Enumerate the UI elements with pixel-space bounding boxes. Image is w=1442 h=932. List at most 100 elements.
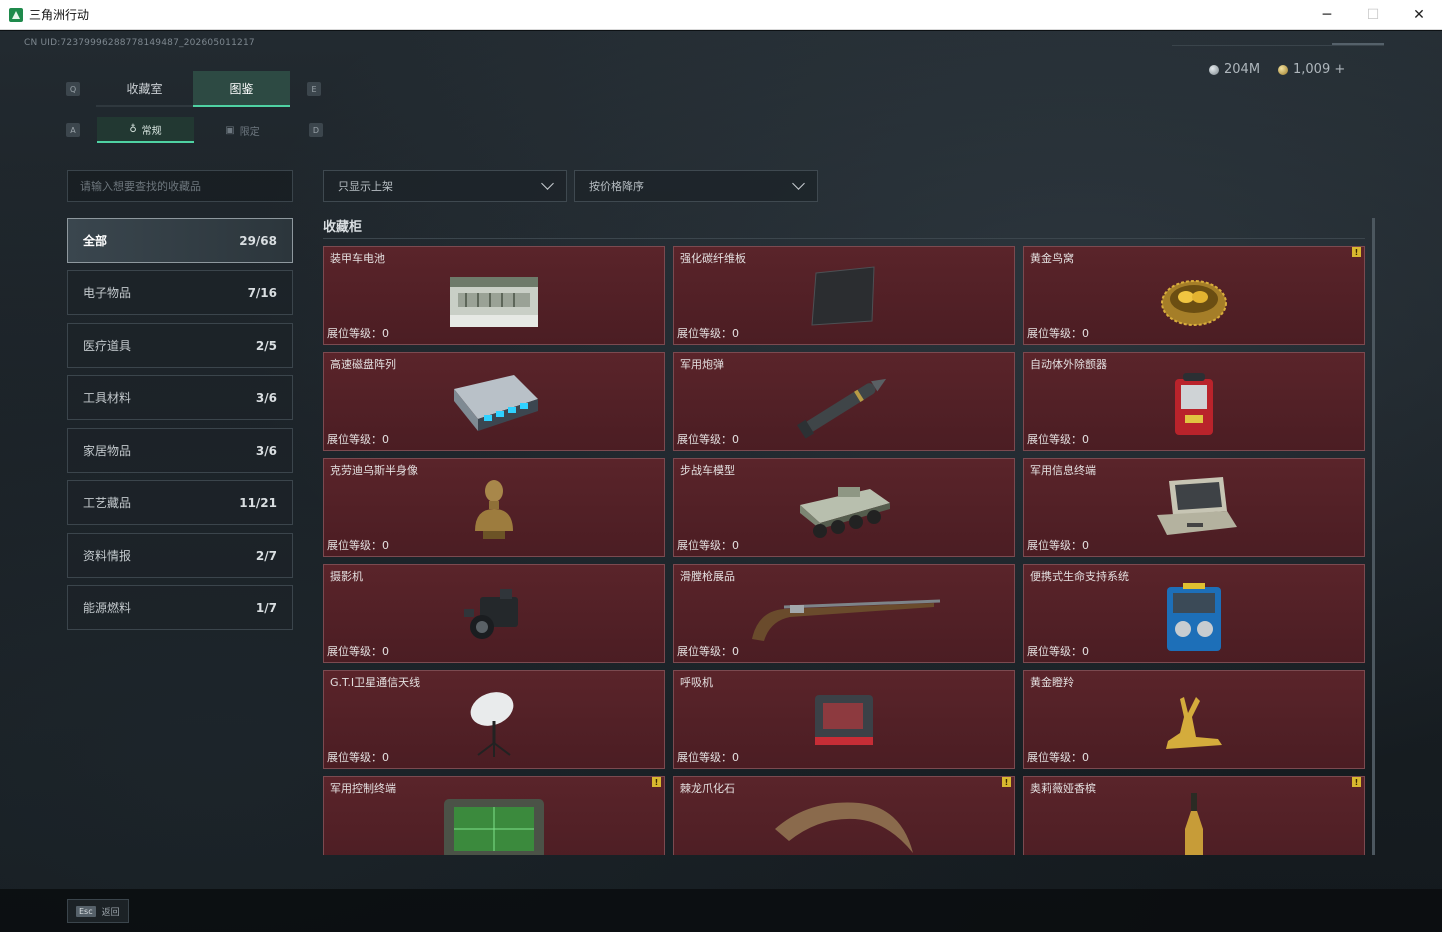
category-tools[interactable]: 工具材料 3/6 xyxy=(67,375,293,420)
category-intel[interactable]: 资料情报 2/7 xyxy=(67,533,293,578)
tab-collection-room[interactable]: 收藏室 xyxy=(96,71,193,107)
item-display-level: 展位等级：0 xyxy=(1027,643,1089,659)
category-crafts[interactable]: 工艺藏品 11/21 xyxy=(67,480,293,525)
item-name: 军用炮弹 xyxy=(680,358,724,371)
new-badge-icon: ! xyxy=(652,777,661,787)
category-fuel[interactable]: 能源燃料 1/7 xyxy=(67,585,293,630)
display-level-value: 0 xyxy=(732,645,739,658)
collection-item-card[interactable]: 滑膛枪展品 展位等级：0 xyxy=(673,564,1015,663)
collection-item-card[interactable]: 强化碳纤维板 展位等级：0 xyxy=(673,246,1015,345)
sort-value: 按价格降序 xyxy=(589,180,644,193)
item-name: 奥莉薇娅香槟 xyxy=(1030,782,1096,795)
header-divider xyxy=(1172,45,1384,46)
display-level-label: 展位等级： xyxy=(677,645,732,658)
category-count: 7/16 xyxy=(247,285,277,300)
item-display-level: 展位等级：0 xyxy=(1027,749,1089,765)
subtab-regular-label: 常规 xyxy=(141,125,162,137)
collection-item-card[interactable]: 黄金瞪羚 展位等级：0 xyxy=(1023,670,1365,769)
disk-array-icon xyxy=(444,369,544,443)
key-hint-e: E xyxy=(307,82,321,96)
chevron-down-icon xyxy=(541,177,554,190)
category-electronics[interactable]: 电子物品 7/16 xyxy=(67,270,293,315)
collection-item-card[interactable]: 克劳迪乌斯半身像 展位等级：0 xyxy=(323,458,665,557)
life-support-icon xyxy=(1159,581,1229,661)
key-hint-a: A xyxy=(66,123,80,137)
new-badge-icon: ! xyxy=(1352,247,1361,257)
category-count: 11/21 xyxy=(239,495,277,510)
control-terminal-icon xyxy=(438,793,550,855)
minimize-button[interactable]: ─ xyxy=(1304,0,1350,30)
grid-scrollbar[interactable] xyxy=(1372,218,1375,855)
collection-item-card[interactable]: 装甲车电池 展位等级：0 xyxy=(323,246,665,345)
item-name: 强化碳纤维板 xyxy=(680,252,746,265)
collection-item-card[interactable]: 黄金鸟窝 展位等级：0! xyxy=(1023,246,1365,345)
subtab-regular[interactable]: ♁ 常规 xyxy=(97,117,194,143)
display-level-label: 展位等级： xyxy=(677,433,732,446)
shelf-filter-value: 只显示上架 xyxy=(338,180,393,193)
collection-item-card[interactable]: 便携式生命支持系统 展位等级：0 xyxy=(1023,564,1365,663)
display-level-value: 0 xyxy=(1082,433,1089,446)
app-logo-icon xyxy=(9,7,23,22)
display-level-label: 展位等级： xyxy=(327,539,382,552)
new-badge-icon: ! xyxy=(1352,777,1361,787)
display-level-value: 0 xyxy=(1082,751,1089,764)
category-household[interactable]: 家居物品 3/6 xyxy=(67,428,293,473)
collection-item-card[interactable]: 摄影机 展位等级：0 xyxy=(323,564,665,663)
category-count: 3/6 xyxy=(255,390,277,405)
subtab-limited-label: 限定 xyxy=(239,126,260,138)
item-display-level: 展位等级：0 xyxy=(1027,431,1089,447)
collection-item-card[interactable]: 军用信息终端 展位等级：0 xyxy=(1023,458,1365,557)
display-level-label: 展位等级： xyxy=(327,433,382,446)
carbon-plate-icon xyxy=(808,263,880,333)
sort-dropdown[interactable]: 按价格降序 xyxy=(574,170,818,202)
collection-item-card[interactable]: 自动体外除颤器 展位等级：0 xyxy=(1023,352,1365,451)
bottom-bar: Esc 返回 xyxy=(0,889,1442,932)
gold-currency[interactable]: 1,009 + xyxy=(1278,62,1345,77)
game-viewport: CN UID:7237999628877814948​7_20260501121… xyxy=(0,31,1442,932)
display-level-label: 展位等级： xyxy=(1027,327,1082,340)
tab-codex[interactable]: 图鉴 xyxy=(193,71,290,107)
display-level-value: 0 xyxy=(732,433,739,446)
display-level-value: 0 xyxy=(1082,645,1089,658)
category-label: 工艺藏品 xyxy=(83,496,132,510)
maximize-button[interactable]: ☐ xyxy=(1350,0,1396,30)
collection-item-card[interactable]: G.T.I卫星通信天线 展位等级：0 xyxy=(323,670,665,769)
sub-tabs: ♁ 常规 ▣ 限定 xyxy=(97,117,291,143)
display-level-value: 0 xyxy=(382,645,389,658)
display-level-label: 展位等级： xyxy=(1027,645,1082,658)
collection-item-card[interactable]: 步战车模型 展位等级：0 xyxy=(673,458,1015,557)
category-label: 能源燃料 xyxy=(83,601,132,615)
rugged-laptop-icon xyxy=(1149,475,1239,549)
new-badge-icon: ! xyxy=(1002,777,1011,787)
collection-item-card[interactable]: 军用炮弹展位等级：0 xyxy=(673,352,1015,451)
item-name: 棘龙爪化石 xyxy=(680,782,735,795)
collection-search-input[interactable] xyxy=(67,170,293,202)
display-level-label: 展位等级： xyxy=(327,751,382,764)
window-controls: ─ ☐ ✕ xyxy=(1304,0,1442,30)
ventilator-icon xyxy=(809,687,879,757)
display-level-label: 展位等级： xyxy=(327,645,382,658)
collection-item-card[interactable]: 棘龙爪化石! xyxy=(673,776,1015,855)
collection-item-card[interactable]: 军用控制终端! xyxy=(323,776,665,855)
item-name: 呼吸机 xyxy=(680,676,713,689)
item-name: 军用信息终端 xyxy=(1030,464,1096,477)
esc-key-hint: Esc xyxy=(76,905,96,917)
golden-gazelle-icon xyxy=(1156,687,1232,763)
key-hint-q: Q xyxy=(66,82,80,96)
collection-item-card[interactable]: 呼吸机 展位等级：0 xyxy=(673,670,1015,769)
shelf-filter-dropdown[interactable]: 只显示上架 xyxy=(323,170,567,202)
close-button[interactable]: ✕ xyxy=(1396,0,1442,30)
category-medical[interactable]: 医疗道具 2/5 xyxy=(67,323,293,368)
item-display-level: 展位等级：0 xyxy=(1027,537,1089,553)
subtab-limited[interactable]: ▣ 限定 xyxy=(194,117,291,143)
collection-item-card[interactable]: 高速磁盘阵列 展位等级：0 xyxy=(323,352,665,451)
item-display-level: 展位等级：0 xyxy=(327,431,389,447)
category-all[interactable]: 全部 29/68 xyxy=(67,218,293,263)
window-titlebar: 三角洲行动 ─ ☐ ✕ xyxy=(0,0,1442,30)
gold-coin-icon xyxy=(1278,64,1288,75)
item-name: 自动体外除颤器 xyxy=(1030,358,1107,371)
category-label: 电子物品 xyxy=(83,286,132,300)
collection-item-card[interactable]: 奥莉薇娅香槟! xyxy=(1023,776,1365,855)
section-divider xyxy=(323,238,1365,239)
back-button[interactable]: Esc 返回 xyxy=(67,899,129,923)
